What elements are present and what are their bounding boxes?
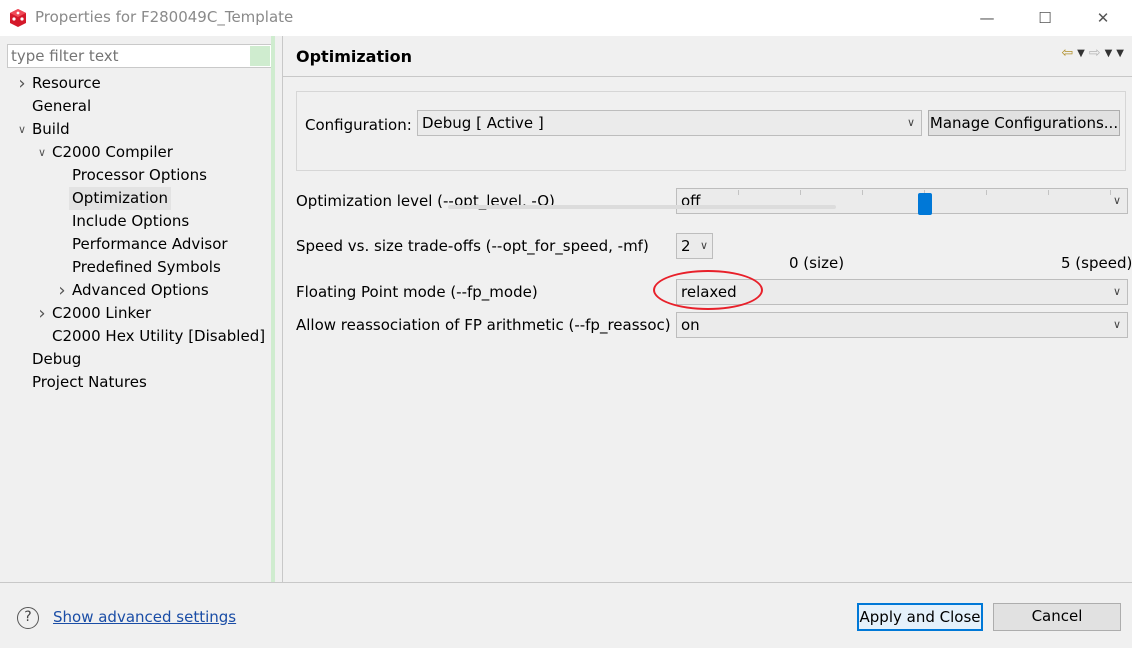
- app-icon: [10, 9, 26, 27]
- tree-item[interactable]: ∨ Build: [0, 118, 270, 141]
- show-advanced-settings-link[interactable]: Show advanced settings: [53, 608, 236, 626]
- slider-tick: [738, 190, 739, 195]
- sidebar-sash[interactable]: [271, 36, 275, 582]
- forward-menu-chevron-icon[interactable]: ▼: [1105, 48, 1113, 59]
- chevron-down-icon: ∨: [906, 116, 915, 129]
- tree-item-label: Processor Options: [72, 166, 207, 184]
- apply-and-close-button[interactable]: Apply and Close: [857, 603, 983, 631]
- tree-item[interactable]: › C2000 Linker: [0, 302, 270, 325]
- fp-reassoc-value: on: [681, 316, 700, 334]
- chevron-right-icon[interactable]: ›: [16, 72, 28, 95]
- tree-item[interactable]: Performance Advisor: [0, 233, 270, 256]
- tree-item-label: C2000 Linker: [52, 304, 151, 322]
- chevron-down-icon: ∨: [1112, 285, 1121, 298]
- tree-item[interactable]: C2000 Hex Utility [Disabled]: [0, 325, 270, 348]
- help-icon[interactable]: ?: [17, 607, 39, 629]
- sidebar: ›ResourceGeneral∨Build∨C2000 CompilerPro…: [0, 36, 283, 582]
- view-menu-chevron-icon[interactable]: ▼: [1116, 48, 1124, 59]
- speed-size-slider-thumb[interactable]: [918, 193, 932, 215]
- chevron-right-icon[interactable]: ›: [56, 279, 68, 302]
- chevron-down-icon: ∨: [1112, 194, 1121, 207]
- filter-clear-icon[interactable]: [250, 46, 270, 66]
- history-nav: ⇦ ▼ ⇨ ▼ ▼: [1061, 45, 1124, 61]
- slider-tick: [1048, 190, 1049, 195]
- configuration-label: Configuration:: [305, 116, 412, 134]
- tree-item[interactable]: › Advanced Options: [0, 279, 270, 302]
- tree-item[interactable]: Predefined Symbols: [0, 256, 270, 279]
- filter-field[interactable]: [7, 44, 272, 68]
- filter-input[interactable]: [8, 45, 248, 67]
- chevron-down-icon: ∨: [1112, 318, 1121, 331]
- title-bar: Properties for F280049C_Template — ☐ ✕: [0, 0, 1132, 36]
- tree-item-label: Resource: [32, 74, 101, 92]
- cancel-button[interactable]: Cancel: [993, 603, 1121, 631]
- tree-item-label: C2000 Hex Utility [Disabled]: [52, 327, 266, 345]
- speed-size-slider-track[interactable]: [448, 205, 836, 209]
- tree-item-label: C2000 Compiler: [52, 143, 173, 161]
- page-title: Optimization: [296, 47, 412, 66]
- tree-item-label: Performance Advisor: [72, 235, 228, 253]
- speed-size-value: 2: [681, 237, 691, 255]
- tree-item-label: Project Natures: [32, 373, 147, 391]
- fp-mode-label: Floating Point mode (--fp_mode): [296, 283, 538, 301]
- tree-item[interactable]: Processor Options: [0, 164, 270, 187]
- speed-size-select[interactable]: 2 ∨: [676, 233, 713, 259]
- highlight-ellipse: [653, 270, 763, 310]
- dialog-footer: ? Show advanced settings Apply and Close…: [0, 582, 1132, 648]
- back-arrow-icon[interactable]: ⇦: [1061, 45, 1073, 61]
- close-icon: ✕: [1096, 9, 1110, 27]
- opt-level-select[interactable]: off ∨: [676, 188, 1128, 214]
- fp-reassoc-select[interactable]: on ∨: [676, 312, 1128, 338]
- tree-item-label: Optimization: [69, 187, 171, 210]
- tree-item[interactable]: ∨ C2000 Compiler: [0, 141, 270, 164]
- close-button[interactable]: ✕: [1074, 0, 1132, 36]
- tree-item-label: General: [32, 97, 92, 115]
- tree-item[interactable]: Debug: [0, 348, 270, 371]
- slider-tick: [1110, 190, 1111, 195]
- tree-item-label: Advanced Options: [72, 281, 209, 299]
- chevron-down-icon[interactable]: ∨: [16, 118, 28, 141]
- tree-item[interactable]: Project Natures: [0, 371, 270, 394]
- maximize-button[interactable]: ☐: [1016, 0, 1074, 36]
- slider-min-label: 0 (size): [789, 254, 845, 272]
- tree-item-label: Predefined Symbols: [72, 258, 221, 276]
- header-divider: [283, 76, 1132, 77]
- fp-reassoc-label: Allow reassociation of FP arithmetic (--…: [296, 316, 671, 334]
- chevron-down-icon: ∨: [699, 239, 708, 252]
- tree-item-label: Build: [32, 120, 70, 138]
- tree-item[interactable]: General: [0, 95, 270, 118]
- chevron-right-icon[interactable]: ›: [36, 302, 48, 325]
- tree-item-label: Include Options: [72, 212, 190, 230]
- tree-item[interactable]: › Resource: [0, 72, 270, 95]
- tree-item-label: Debug: [32, 350, 82, 368]
- slider-max-label: 5 (speed): [1061, 254, 1132, 272]
- tree-item[interactable]: Optimization: [0, 187, 270, 210]
- manage-configurations-button[interactable]: Manage Configurations...: [928, 110, 1120, 136]
- slider-tick: [986, 190, 987, 195]
- slider-tick: [800, 190, 801, 195]
- forward-arrow-icon[interactable]: ⇨: [1089, 45, 1101, 61]
- configuration-select[interactable]: Debug [ Active ] ∨: [417, 110, 922, 136]
- minimize-button[interactable]: —: [958, 0, 1016, 36]
- slider-tick: [862, 190, 863, 195]
- minimize-icon: —: [979, 9, 995, 27]
- maximize-icon: ☐: [1038, 9, 1052, 27]
- chevron-down-icon[interactable]: ∨: [36, 141, 48, 164]
- configuration-value: Debug [ Active ]: [422, 114, 544, 132]
- configuration-group: Configuration: Debug [ Active ] ∨ Manage…: [296, 91, 1126, 171]
- tree-item[interactable]: Include Options: [0, 210, 270, 233]
- window-title: Properties for F280049C_Template: [35, 8, 294, 26]
- speed-size-label: Speed vs. size trade-offs (--opt_for_spe…: [296, 237, 649, 255]
- back-menu-chevron-icon[interactable]: ▼: [1077, 48, 1085, 59]
